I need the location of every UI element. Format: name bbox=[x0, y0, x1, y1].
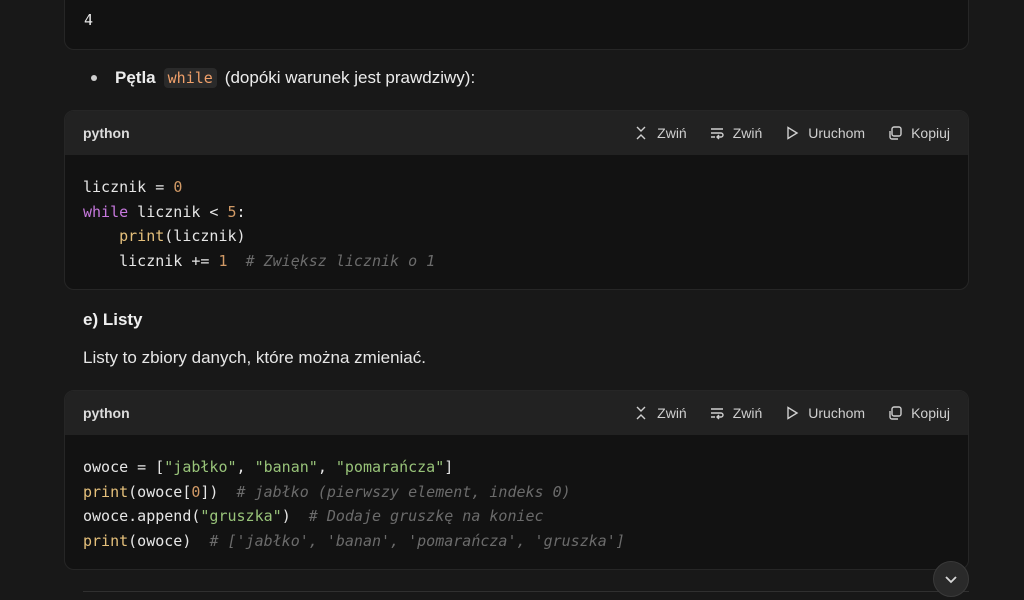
code-token: (owoce[ bbox=[128, 482, 192, 501]
code-token: "gruszka" bbox=[200, 507, 282, 526]
code-token: ) bbox=[281, 507, 309, 526]
divider bbox=[83, 591, 969, 592]
code-language: python bbox=[83, 125, 130, 141]
collapse-icon bbox=[636, 406, 646, 420]
scroll-down-button[interactable] bbox=[933, 561, 969, 597]
code-token: licznik < bbox=[128, 202, 228, 221]
run-label: Uruchom bbox=[808, 125, 866, 141]
code-header: python Zwiń Zwiń Uruchom Kopiuj bbox=[65, 111, 968, 155]
code-actions: Zwiń Zwiń Uruchom Kopiuj bbox=[633, 405, 950, 421]
code-token: "pomarańcza" bbox=[335, 458, 445, 476]
code-token: while bbox=[83, 202, 129, 221]
run-button[interactable]: Uruchom bbox=[784, 125, 865, 141]
code-line: licznik = 0 bbox=[83, 175, 950, 200]
play-icon bbox=[787, 126, 799, 140]
code-token: : bbox=[236, 202, 246, 221]
code-token: print bbox=[83, 531, 129, 550]
copy-button[interactable]: Kopiuj bbox=[887, 125, 950, 141]
code-token: , bbox=[317, 458, 336, 476]
play-icon bbox=[787, 406, 799, 420]
code-line: while licznik < 5: bbox=[83, 200, 950, 225]
bullet-dot bbox=[91, 75, 97, 81]
run-label: Uruchom bbox=[808, 405, 866, 421]
collapse-button[interactable]: Zwiń bbox=[633, 125, 687, 141]
code-line: licznik += 1 # Zwiększ licznik o 1 bbox=[83, 249, 950, 274]
section-heading: e) Listy bbox=[83, 310, 143, 329]
inline-code: while bbox=[163, 68, 217, 88]
code-block-lists: python Zwiń Zwiń Uruchom Kopiuj owoce = … bbox=[64, 390, 969, 570]
code-token: , bbox=[236, 458, 255, 476]
code-token: # Dodaje gruszkę na koniec bbox=[308, 507, 544, 526]
code-token: 5 bbox=[227, 202, 237, 221]
code-line: owoce = ["jabłko", "banan", "pomarańcza"… bbox=[83, 455, 950, 480]
copy-button[interactable]: Kopiuj bbox=[887, 405, 950, 421]
code-line: print(owoce) # ['jabłko', 'banan', 'poma… bbox=[83, 529, 950, 554]
code-token: 1 bbox=[218, 251, 228, 270]
code-token: (licznik) bbox=[164, 227, 246, 246]
run-button[interactable]: Uruchom bbox=[784, 405, 865, 421]
output-line: 3 bbox=[84, 0, 93, 3]
collapse-button[interactable]: Zwiń bbox=[633, 405, 687, 421]
copy-icon bbox=[889, 406, 902, 420]
code-token: ] bbox=[444, 458, 454, 476]
bullet-item: Pętla while (dopóki warunek jest prawdzi… bbox=[91, 68, 475, 88]
copy-label: Kopiuj bbox=[911, 405, 950, 421]
code-token: owoce.append( bbox=[83, 507, 201, 526]
output-line: 4 bbox=[84, 11, 94, 29]
code-token: # Zwiększ licznik o 1 bbox=[245, 251, 436, 270]
code-token: # jabłko (pierwszy element, indeks 0) bbox=[236, 482, 571, 501]
code-token: licznik += bbox=[83, 251, 219, 270]
section-paragraph: Listy to zbiory danych, które można zmie… bbox=[83, 348, 426, 367]
output-block: 3 4 bbox=[64, 0, 969, 50]
collapse-label: Zwiń bbox=[657, 405, 687, 421]
wrap-lines-icon bbox=[710, 128, 724, 140]
code-line: owoce.append("gruszka") # Dodaje gruszkę… bbox=[83, 504, 950, 529]
copy-icon bbox=[889, 126, 902, 140]
wrap-label: Zwiń bbox=[732, 125, 763, 141]
code-token: licznik = bbox=[83, 178, 174, 196]
code-token: "jabłko" bbox=[164, 458, 237, 476]
code-block-while: python Zwiń Zwiń Uruchom Kopiuj licznik … bbox=[64, 110, 969, 290]
code-token: ]) bbox=[200, 482, 237, 501]
code-header: python Zwiń Zwiń Uruchom Kopiuj bbox=[65, 391, 968, 435]
wrap-button[interactable]: Zwiń bbox=[709, 405, 763, 421]
code-token: print bbox=[83, 482, 129, 501]
code-token: "banan" bbox=[254, 458, 318, 476]
code-actions: Zwiń Zwiń Uruchom Kopiuj bbox=[633, 125, 950, 141]
collapse-icon bbox=[636, 126, 646, 140]
code-token: # ['jabłko', 'banan', 'pomarańcza', 'gru… bbox=[209, 531, 625, 550]
copy-label: Kopiuj bbox=[911, 125, 950, 141]
code-body: licznik = 0 while licznik < 5: print(licz… bbox=[65, 155, 968, 289]
wrap-button[interactable]: Zwiń bbox=[709, 125, 763, 141]
code-token: (owoce) bbox=[128, 531, 210, 550]
collapse-label: Zwiń bbox=[657, 125, 687, 141]
code-token: 0 bbox=[173, 178, 183, 196]
code-line: print(owoce[0]) # jabłko (pierwszy eleme… bbox=[83, 480, 950, 505]
code-body: owoce = ["jabłko", "banan", "pomarańcza"… bbox=[65, 435, 968, 569]
code-token: owoce = [ bbox=[83, 458, 165, 476]
code-language: python bbox=[83, 405, 130, 421]
bullet-bold: Pętla bbox=[115, 68, 156, 87]
wrap-label: Zwiń bbox=[732, 405, 763, 421]
code-token: print bbox=[119, 227, 165, 246]
bullet-text: (dopóki warunek jest prawdziwy): bbox=[224, 68, 476, 87]
wrap-lines-icon bbox=[710, 408, 724, 420]
code-line: print(licznik) bbox=[83, 224, 950, 249]
chevron-down-icon bbox=[945, 576, 957, 584]
